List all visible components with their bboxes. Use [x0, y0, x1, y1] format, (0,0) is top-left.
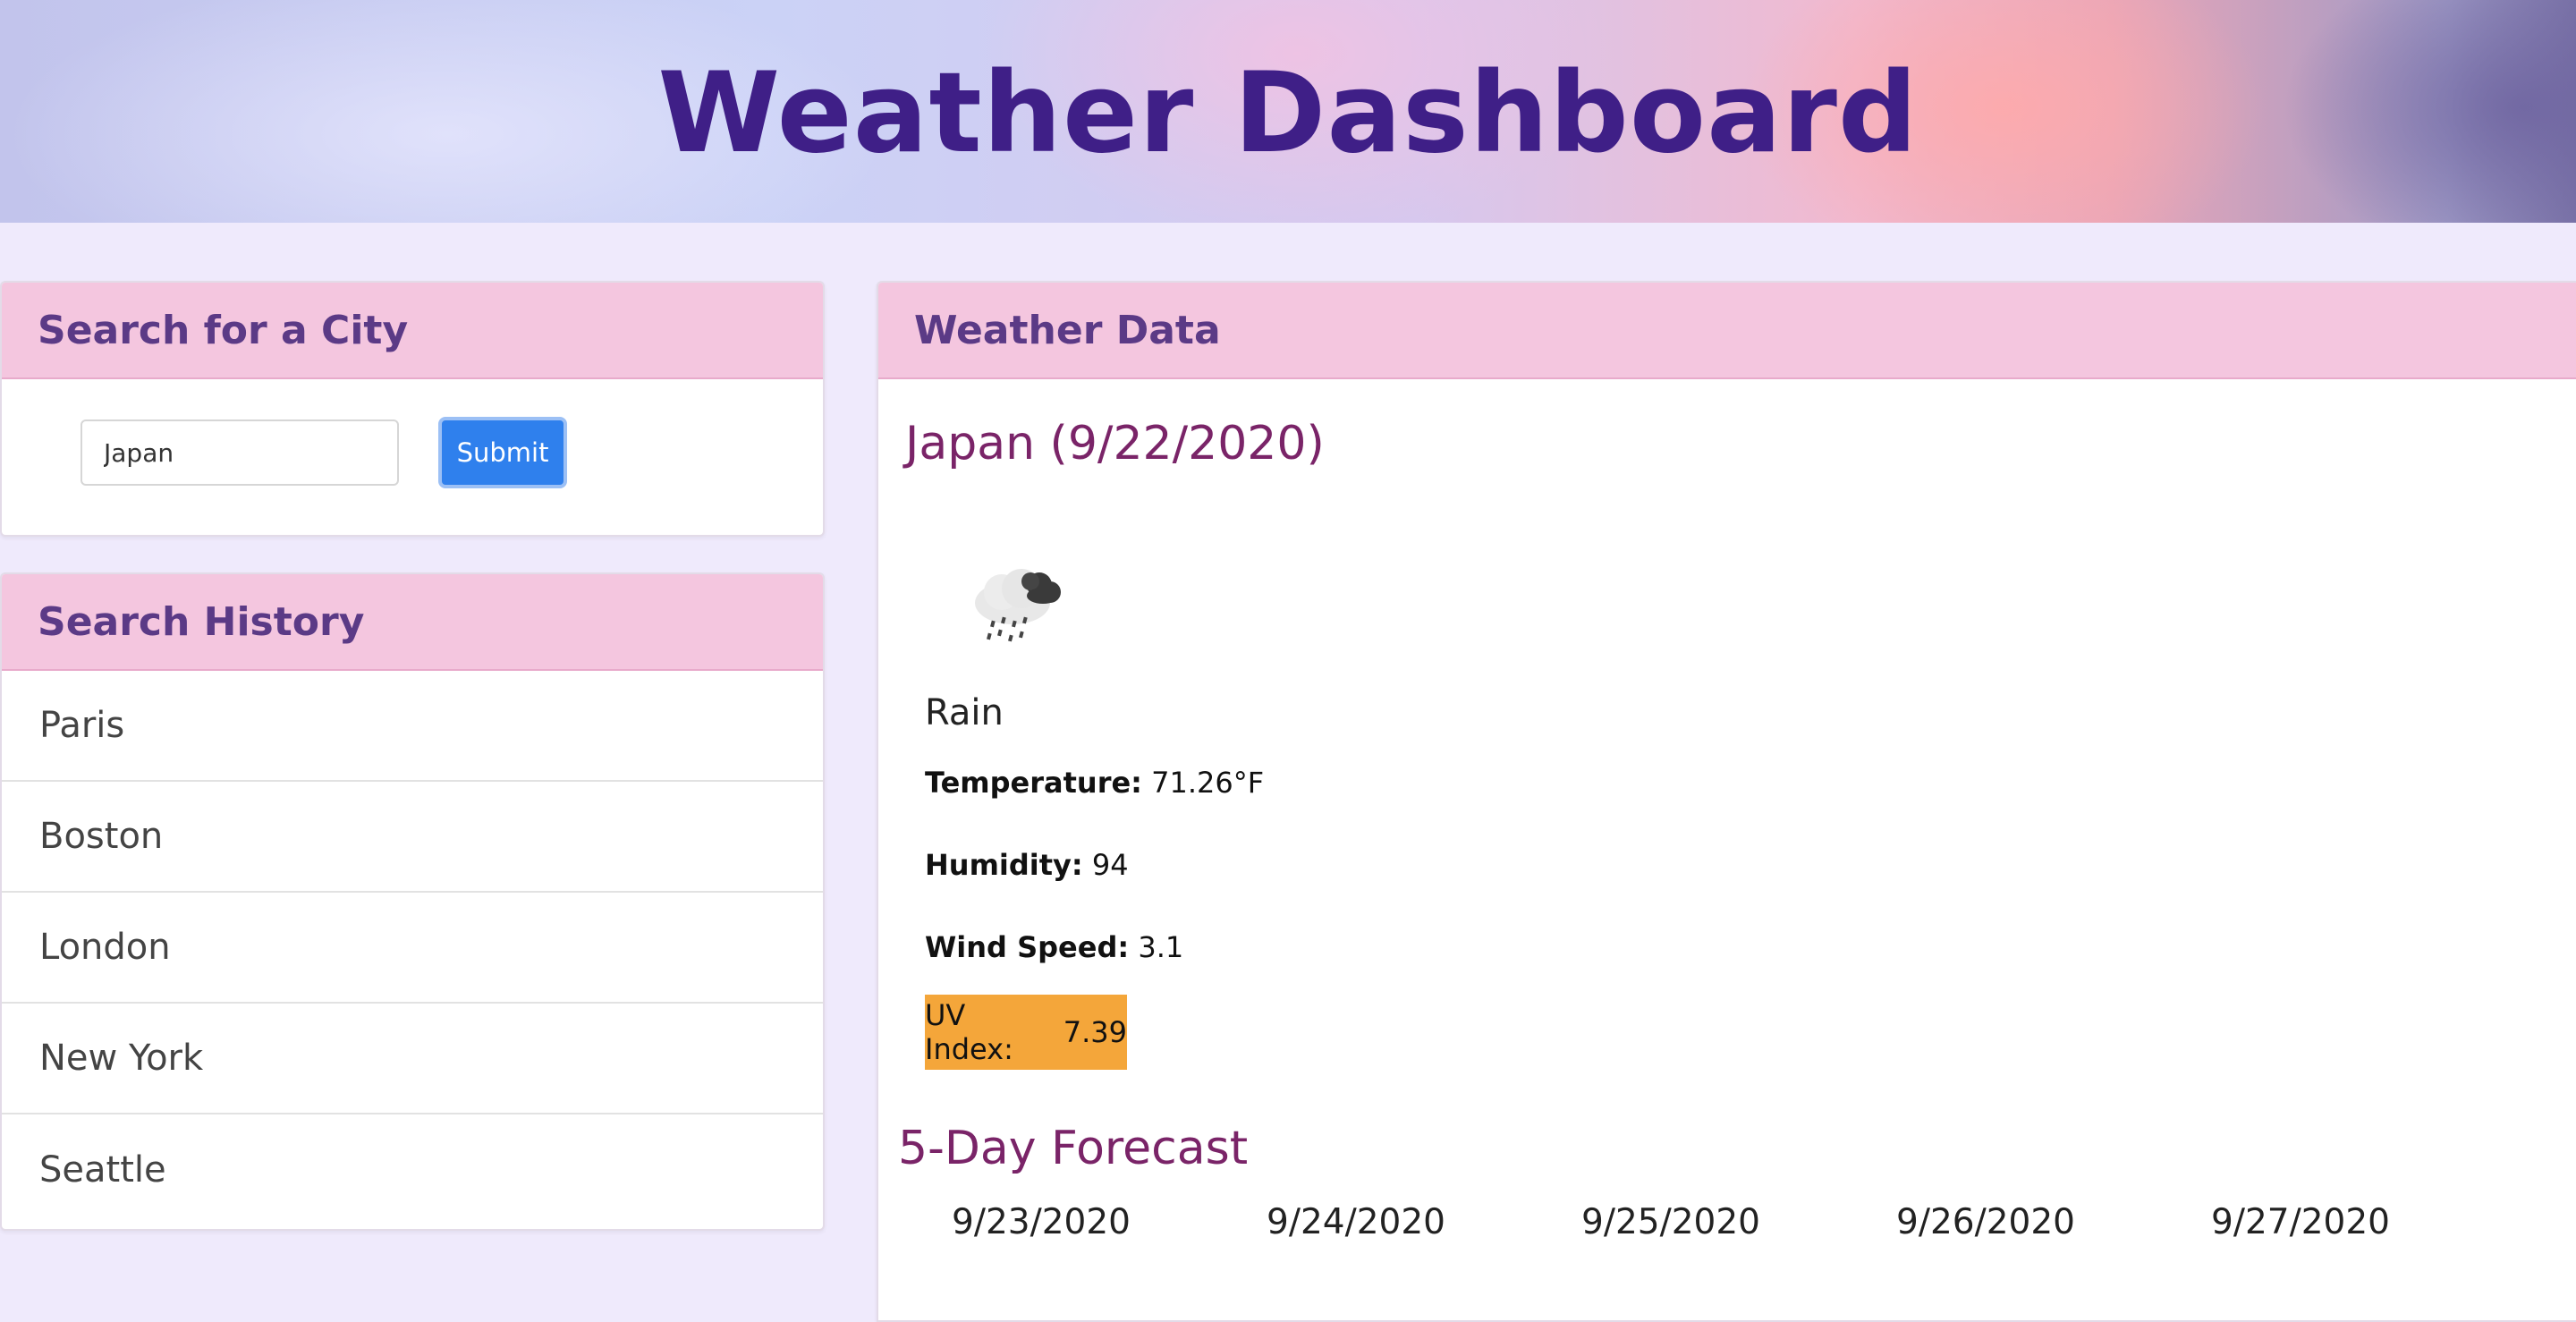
humidity-label: Humidity:	[925, 848, 1083, 882]
city-search-input[interactable]	[80, 419, 399, 486]
forecast-day-date: 9/24/2020	[1267, 1202, 1445, 1242]
uv-index-badge: UV Index: 7.39	[925, 995, 1127, 1070]
weather-data-heading: Weather Data	[878, 283, 2576, 379]
humidity-row: Humidity: 94	[925, 848, 1129, 882]
history-item-seattle[interactable]: Seattle	[2, 1114, 823, 1225]
history-item-boston[interactable]: Boston	[2, 782, 823, 893]
weather-condition: Rain	[925, 692, 1004, 733]
uv-index-value: 7.39	[1063, 1015, 1127, 1049]
forecast-day-date: 9/27/2020	[2211, 1202, 2390, 1242]
submit-button[interactable]: Submit	[438, 417, 567, 488]
history-item-paris[interactable]: Paris	[2, 671, 823, 782]
wind-speed-value: 3.1	[1138, 930, 1184, 964]
history-item-new-york[interactable]: New York	[2, 1004, 823, 1114]
forecast-title: 5-Day Forecast	[898, 1122, 1249, 1175]
forecast-day-date: 9/25/2020	[1581, 1202, 1760, 1242]
search-card-heading: Search for a City	[2, 283, 823, 379]
wind-speed-row: Wind Speed: 3.1	[925, 930, 1183, 964]
temperature-row: Temperature: 71.26°F	[925, 766, 1264, 800]
search-card: Search for a City Submit	[0, 281, 825, 537]
forecast-day-date: 9/23/2020	[952, 1202, 1131, 1242]
humidity-value: 94	[1091, 848, 1129, 882]
uv-index-label: UV Index:	[925, 998, 1013, 1066]
temperature-label: Temperature:	[925, 766, 1142, 800]
page-title: Weather Dashboard	[657, 49, 1919, 178]
history-list: Paris Boston London New York Seattle	[2, 671, 823, 1225]
temperature-value: 71.26°F	[1151, 766, 1265, 800]
forecast-day-date: 9/26/2020	[1896, 1202, 2075, 1242]
search-history-card: Search History Paris Boston London New Y…	[0, 572, 825, 1231]
city-date-title: Japan (9/22/2020)	[905, 417, 1325, 470]
history-item-london[interactable]: London	[2, 893, 823, 1004]
page-header: Weather Dashboard	[0, 0, 2576, 223]
forecast-row: 9/23/2020 9/24/2020 9/25/2020 9/26/2020 …	[952, 1202, 2526, 1242]
search-row: Submit	[80, 417, 567, 488]
wind-speed-label: Wind Speed:	[925, 930, 1130, 964]
search-history-heading: Search History	[2, 574, 823, 671]
weather-data-card: Weather Data Japan (9/22/2020) Rain Temp…	[877, 281, 2576, 1322]
rain-cloud-icon	[957, 551, 1082, 658]
